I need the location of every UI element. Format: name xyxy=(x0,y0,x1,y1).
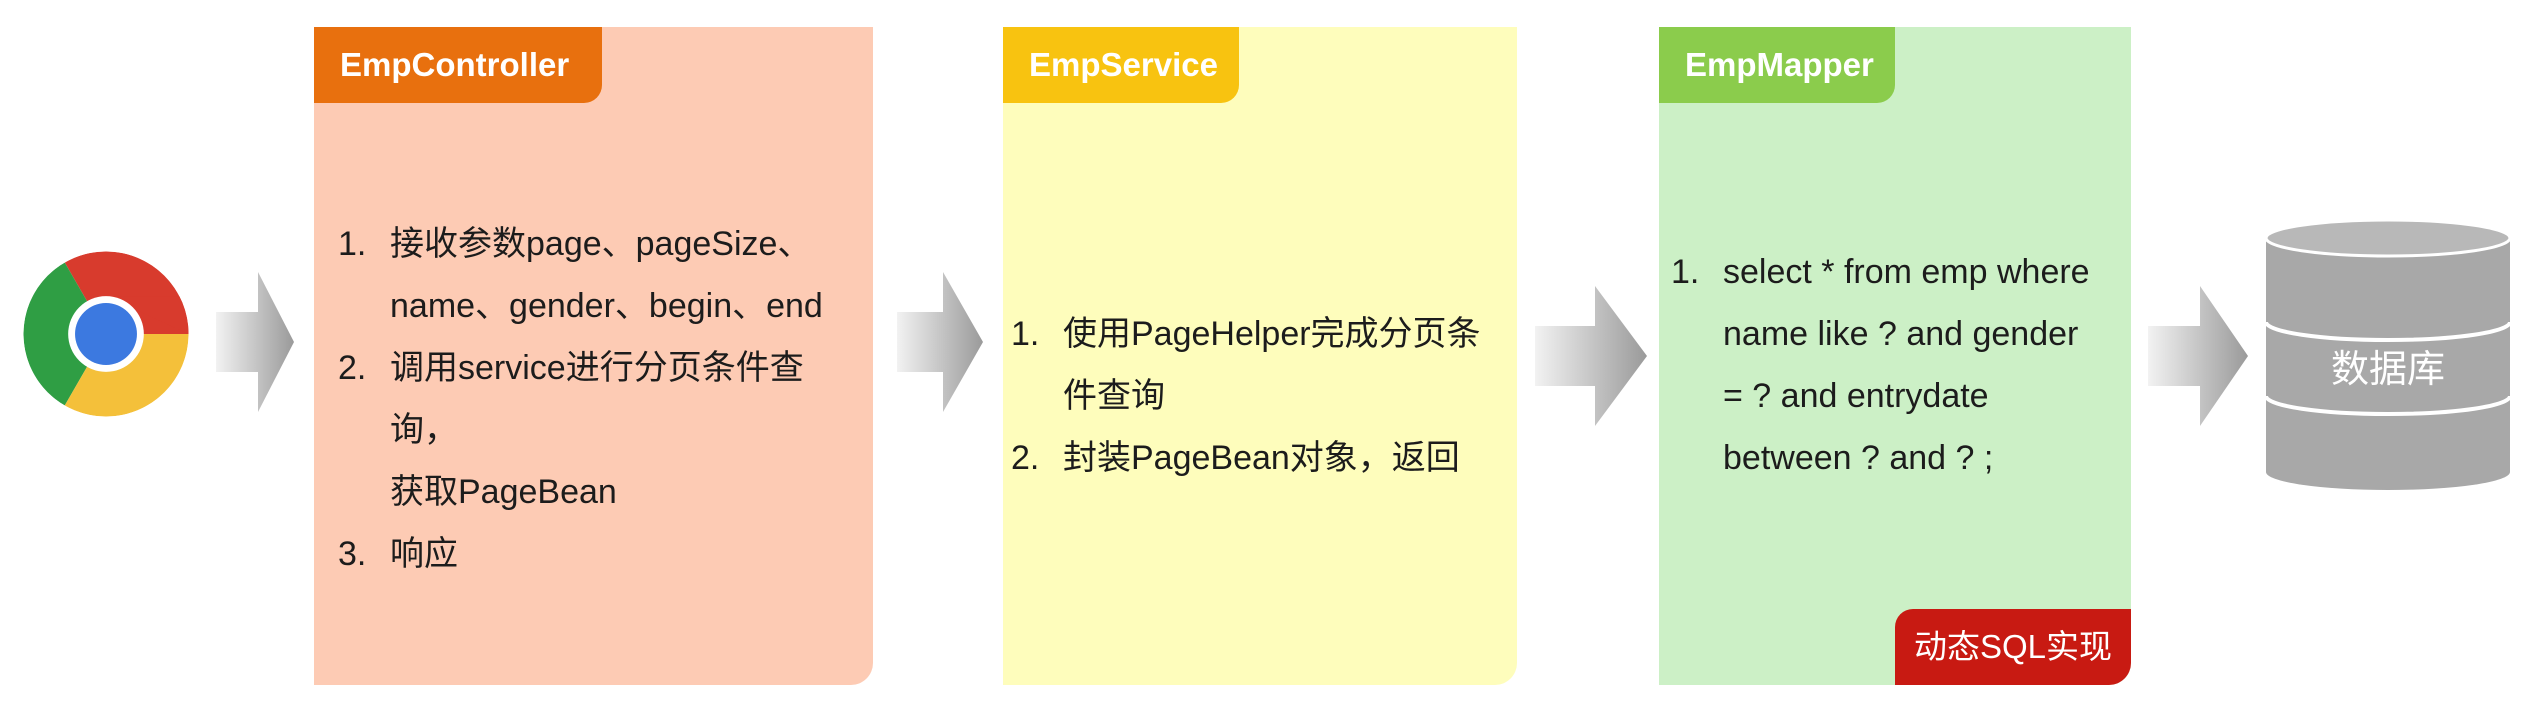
controller-step-1: 1. 接收参数page、pageSize、 name、gender、begin、en… xyxy=(338,213,858,337)
flow-arrow-2 xyxy=(897,272,983,412)
flow-arrow-4 xyxy=(2148,286,2248,426)
service-step-1: 1. 使用PageHelper完成分页条 件查询 xyxy=(1011,303,1511,427)
service-steps: 1. 使用PageHelper完成分页条 件查询 2. 封装PageBean对象，返回 xyxy=(1011,303,1511,489)
service-title: EmpService xyxy=(1003,27,1239,103)
step-text-line: 获取PageBean xyxy=(390,473,617,511)
chrome-browser-icon xyxy=(23,251,189,417)
mapper-steps: 1. select * from emp where name like ? and… xyxy=(1671,241,2131,489)
step-number: 1. xyxy=(338,225,367,263)
step-text-line: select * from emp where xyxy=(1723,253,2090,291)
controller-title: EmpController xyxy=(314,27,602,103)
step-number: 2. xyxy=(338,349,367,387)
step-text-line: between ? and ? ; xyxy=(1723,439,1994,477)
step-number: 2. xyxy=(1011,439,1040,477)
mapper-title: EmpMapper xyxy=(1659,27,1895,103)
controller-step-3: 3. 响应 xyxy=(338,523,858,585)
controller-step-2: 2. 调用service进行分页条件查询， 获取PageBean xyxy=(338,337,858,523)
service-step-2: 2. 封装PageBean对象，返回 xyxy=(1011,427,1511,489)
dynamic-sql-badge: 动态SQL实现 xyxy=(1895,609,2131,685)
step-number: 1. xyxy=(1671,253,1700,291)
controller-steps: 1. 接收参数page、pageSize、 name、gender、begin、en… xyxy=(338,213,858,585)
step-number: 3. xyxy=(338,535,367,573)
step-text-line: 件查询 xyxy=(1063,377,1165,415)
flow-arrow-1 xyxy=(216,272,294,412)
mapper-panel: EmpMapper 1. select * from emp where name … xyxy=(1659,27,2131,685)
step-text-line: 接收参数page、pageSize、 xyxy=(390,225,812,263)
step-text-line: 封装PageBean对象，返回 xyxy=(1063,439,1460,477)
step-text-line: name、gender、begin、end xyxy=(390,287,823,325)
controller-panel: EmpController 1. 接收参数page、pageSize、 name、g… xyxy=(314,27,873,685)
step-text-line: 响应 xyxy=(390,535,458,573)
step-text-line: name like ? and gender xyxy=(1723,315,2079,353)
step-number: 1. xyxy=(1011,315,1040,353)
service-panel: EmpService 1. 使用PageHelper完成分页条 件查询 2. 封装Pag… xyxy=(1003,27,1517,685)
step-text-line: = ? and entrydate xyxy=(1723,377,1989,415)
step-text-line: 使用PageHelper完成分页条 xyxy=(1063,315,1481,353)
database-label: 数据库 xyxy=(2330,349,2445,391)
flow-arrow-3 xyxy=(1535,286,1647,426)
step-text-line: 调用service进行分页条件查询， xyxy=(390,349,804,449)
mapper-step-1: 1. select * from emp where name like ? and… xyxy=(1671,241,2131,489)
